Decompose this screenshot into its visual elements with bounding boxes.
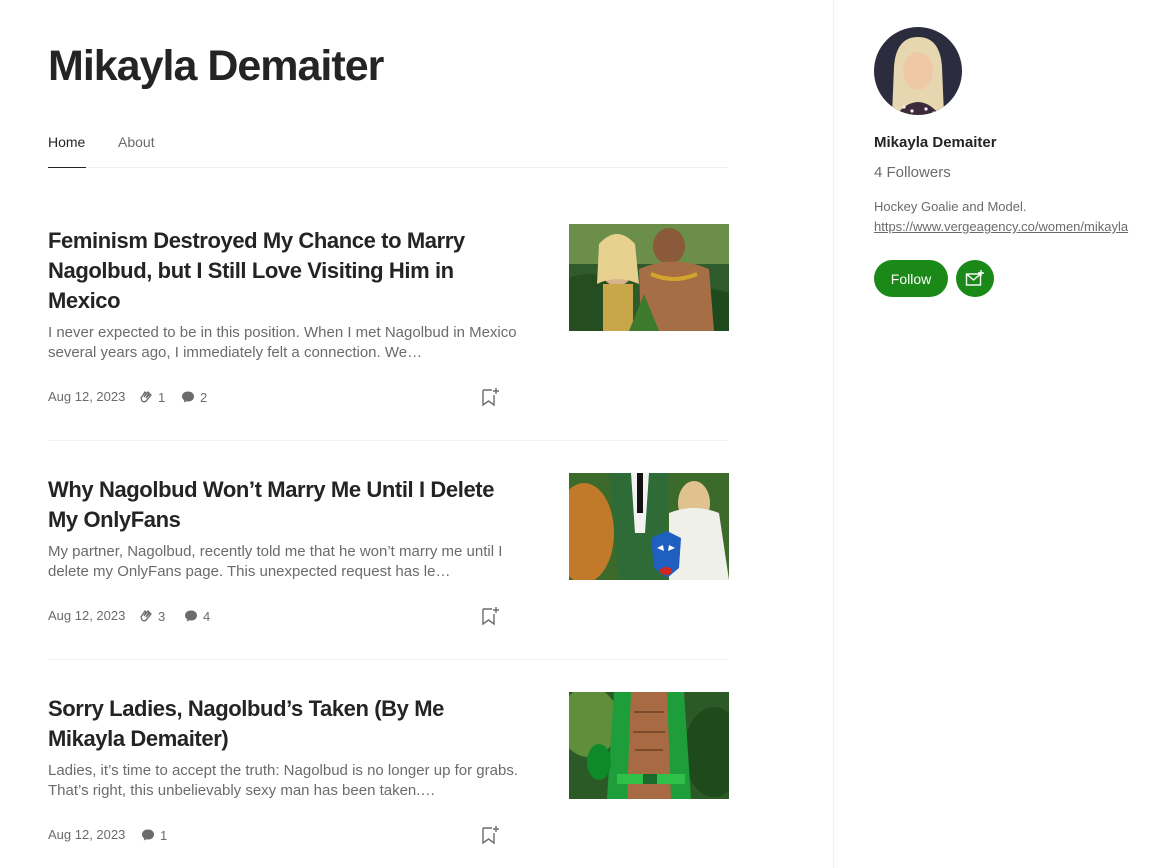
clap-icon <box>140 390 152 403</box>
bookmark-add-icon <box>482 388 499 407</box>
subscribe-button[interactable] <box>956 260 994 297</box>
post-date: Aug 12, 2023 <box>48 608 126 623</box>
response-count: 2 <box>200 389 208 405</box>
clap-count: 1 <box>158 389 166 405</box>
response-count: 1 <box>160 827 168 843</box>
post-excerpt[interactable]: I never expected to be in this position.… <box>48 323 518 363</box>
bio-text: Hockey Goalie and Model. <box>874 199 1027 214</box>
clap-count-group[interactable]: 1 <box>138 389 165 405</box>
avatar[interactable] <box>874 27 962 115</box>
post-title[interactable]: Sorry Ladies, Nagolbud’s Taken (By Me Mi… <box>48 694 518 754</box>
save-button[interactable] <box>478 604 502 628</box>
post-excerpt[interactable]: My partner, Nagolbud, recently told me t… <box>48 542 518 582</box>
response-icon <box>182 391 194 403</box>
page-title: Mikayla Demaiter <box>48 42 384 90</box>
sidebar-author-name[interactable]: Mikayla Demaiter <box>874 134 997 151</box>
clap-icon <box>140 609 152 622</box>
follow-button[interactable]: Follow <box>874 260 948 297</box>
bio-link[interactable]: https://www.vergeagency.co/women/mikayla <box>874 219 1128 234</box>
response-count-group[interactable]: 4 <box>183 608 210 624</box>
tab-about[interactable]: About <box>118 134 155 168</box>
post-thumbnail[interactable] <box>569 224 729 331</box>
post-card[interactable]: Feminism Destroyed My Chance to Marry Na… <box>48 224 729 441</box>
subscribe-mail-icon <box>965 269 984 286</box>
post-excerpt[interactable]: Ladies, it’s time to accept the truth: N… <box>48 761 518 801</box>
post-divider <box>48 659 728 660</box>
tab-home[interactable]: Home <box>48 134 86 168</box>
response-count-group[interactable]: 1 <box>140 827 167 843</box>
bookmark-add-icon <box>482 826 499 845</box>
followers-count[interactable]: 4 Followers <box>874 164 951 181</box>
profile-tabs: Home About <box>48 132 728 168</box>
post-divider <box>48 440 728 441</box>
post-title[interactable]: Feminism Destroyed My Chance to Marry Na… <box>48 226 518 316</box>
save-button[interactable] <box>478 385 502 409</box>
post-card[interactable]: Sorry Ladies, Nagolbud’s Taken (By Me Mi… <box>48 692 729 868</box>
main-column: Mikayla Demaiter Home About Feminism Des… <box>0 0 833 868</box>
post-card[interactable]: Why Nagolbud Won’t Marry Me Until I Dele… <box>48 473 729 660</box>
clap-count-group[interactable]: 3 <box>138 608 165 624</box>
author-bio: Hockey Goalie and Model. https://www.ver… <box>874 197 1128 237</box>
post-meta: Aug 12, 2023 1 <box>48 823 508 847</box>
post-meta: Aug 12, 2023 1 2 <box>48 385 508 409</box>
post-date: Aug 12, 2023 <box>48 827 126 842</box>
post-thumbnail[interactable] <box>569 473 729 580</box>
sidebar: Mikayla Demaiter 4 Followers Hockey Goal… <box>833 0 1157 868</box>
response-count: 4 <box>203 608 211 624</box>
response-icon <box>142 829 154 841</box>
bookmark-add-icon <box>482 607 499 626</box>
post-title[interactable]: Why Nagolbud Won’t Marry Me Until I Dele… <box>48 475 518 535</box>
response-count-group[interactable]: 2 <box>180 389 207 405</box>
save-button[interactable] <box>478 823 502 847</box>
response-icon <box>185 610 197 622</box>
clap-count: 3 <box>158 608 166 624</box>
post-date: Aug 12, 2023 <box>48 389 126 404</box>
post-meta: Aug 12, 2023 3 4 <box>48 604 508 628</box>
post-thumbnail[interactable] <box>569 692 729 799</box>
